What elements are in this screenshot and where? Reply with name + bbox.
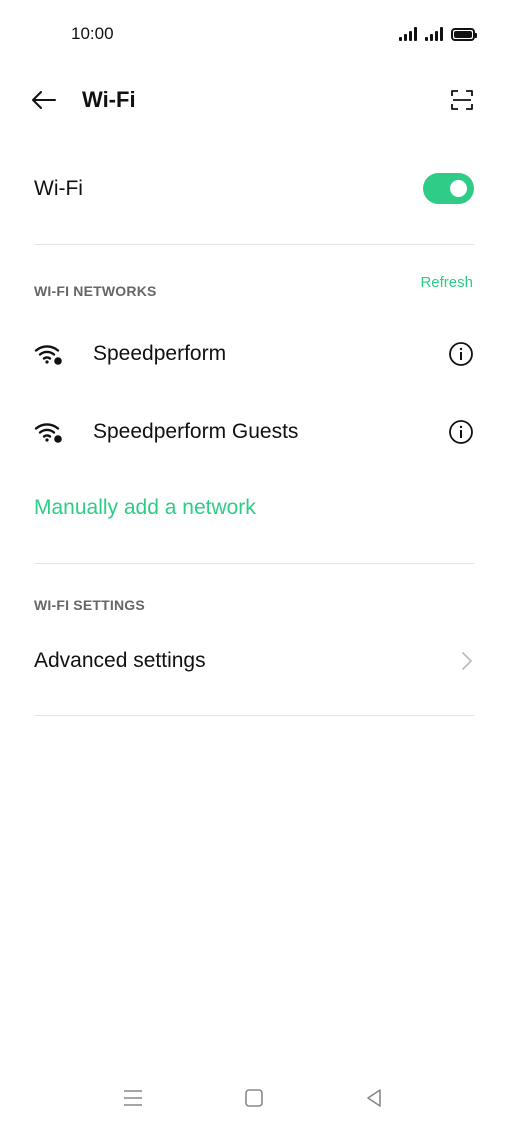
manually-add-network-link[interactable]: Manually add a network <box>34 494 256 522</box>
page-title: Wi-Fi <box>82 87 136 112</box>
menu-icon <box>124 1090 142 1106</box>
divider <box>34 715 474 716</box>
qr-scan-icon <box>450 88 474 112</box>
network-name: Speedperform <box>93 342 227 365</box>
battery-icon <box>451 27 477 41</box>
app-bar: Wi-Fi <box>0 76 507 124</box>
advanced-settings-label: Advanced settings <box>34 649 206 672</box>
chevron-right-icon <box>462 652 472 670</box>
advanced-settings-item[interactable]: Advanced settings <box>34 636 474 686</box>
wifi-toggle-switch[interactable] <box>423 173 474 204</box>
back-nav-button[interactable] <box>362 1086 386 1110</box>
arrow-left-icon <box>32 91 56 109</box>
toggle-knob <box>450 180 467 197</box>
back-button[interactable] <box>30 86 58 114</box>
signal-icon <box>425 27 443 41</box>
network-name: Speedperform Guests <box>93 420 299 443</box>
scan-button[interactable] <box>449 86 475 114</box>
section-header-networks: WI-FI NETWORKS <box>34 283 157 299</box>
triangle-back-icon <box>367 1089 381 1107</box>
info-icon[interactable] <box>448 419 474 445</box>
info-icon[interactable] <box>448 341 474 367</box>
status-icons <box>399 24 477 44</box>
home-icon <box>245 1089 263 1107</box>
status-bar: 10:00 <box>0 0 507 68</box>
network-item-speedperform-guests[interactable]: Speedperform Guests <box>34 406 474 458</box>
wifi-locked-icon <box>34 423 62 443</box>
divider <box>34 563 474 564</box>
system-nav-bar <box>0 1076 507 1120</box>
signal-icon <box>399 27 417 41</box>
refresh-button[interactable]: Refresh <box>420 274 473 292</box>
wifi-toggle-label: Wi-Fi <box>34 177 83 200</box>
network-item-speedperform[interactable]: Speedperform <box>34 328 474 380</box>
menu-button[interactable] <box>121 1086 145 1110</box>
wifi-settings-screen: 10:00 Wi-Fi Wi-Fi WI-FI NETWORKS Refresh… <box>0 0 507 1128</box>
wifi-locked-icon <box>34 345 62 365</box>
divider <box>34 244 474 245</box>
status-time: 10:00 <box>71 24 114 43</box>
wifi-toggle-row[interactable]: Wi-Fi <box>34 164 474 214</box>
home-button[interactable] <box>242 1086 266 1110</box>
section-header-settings: WI-FI SETTINGS <box>34 597 145 613</box>
